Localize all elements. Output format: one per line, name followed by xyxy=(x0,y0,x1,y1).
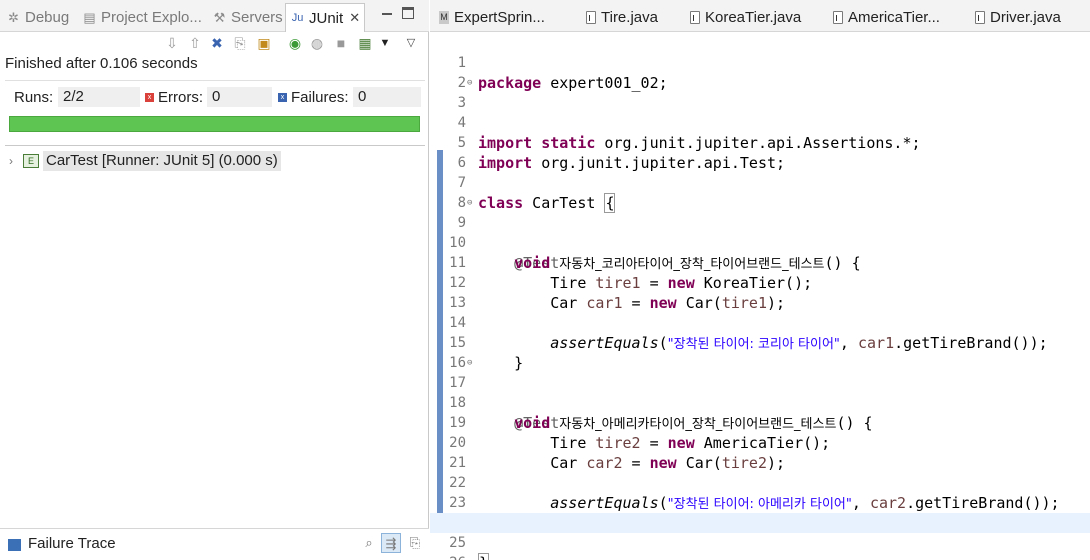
tab-label: Project Explo... xyxy=(101,8,202,26)
code-line-current: 25 } xyxy=(430,513,1090,560)
code-line: 13 xyxy=(430,273,1090,311)
project-explorer-icon: ▤ xyxy=(83,9,96,25)
editor-tab-label: KoreaTier.java xyxy=(705,8,802,26)
code-line: 19 Tire tire2 = new AmericaTier(); xyxy=(430,393,1090,452)
fold-collapse-icon[interactable]: ⊖ xyxy=(467,73,472,93)
java-file-icon xyxy=(586,10,596,24)
fold-collapse-icon[interactable]: ⊖ xyxy=(467,353,472,373)
manifest-file-icon: M xyxy=(439,10,449,24)
copy-trace-icon[interactable]: ⎘ xyxy=(405,533,425,553)
error-icon: x xyxy=(145,93,154,102)
junit-toolbar: ⇩ ⇧ ✖ ⎘ ▣ ◉ ◍ ■ ▦ ▼ ▽ xyxy=(0,32,429,54)
view-tab-bar: ✲ Debug ▤ Project Explo... ⚒ Servers Ju … xyxy=(0,0,429,32)
java-file-icon xyxy=(975,10,985,24)
java-file-icon xyxy=(690,10,700,24)
code-line: 12 Car car1 = new Car(tire1); xyxy=(430,253,1090,312)
code-line: 1 package expert001_02; xyxy=(430,33,1090,92)
fold-collapse-icon[interactable]: ⊖ xyxy=(467,193,472,213)
code-line: 5 import org.junit.jupiter.api.Test; xyxy=(430,113,1090,172)
show-skipped-icon[interactable]: ⎘ xyxy=(231,34,249,52)
editor-tab-label: Driver.java xyxy=(990,8,1061,26)
editor-tab-expertspring[interactable]: M ExpertSprin... xyxy=(439,4,545,30)
editor-tab-label: AmericaTier... xyxy=(848,8,940,26)
servers-icon: ⚒ xyxy=(213,9,226,25)
tab-label: Debug xyxy=(25,8,70,26)
java-file-icon xyxy=(833,10,843,24)
editor-tab-koreatier[interactable]: KoreaTier.java xyxy=(690,4,801,30)
errors-label-text: Errors: xyxy=(158,89,203,106)
tab-debug[interactable]: ✲ Debug xyxy=(6,4,69,30)
errors-value: 0 xyxy=(207,87,272,107)
editor-tab-tire[interactable]: Tire.java xyxy=(586,4,658,30)
runs-label: Runs: xyxy=(14,89,54,106)
errors-label: x Errors: xyxy=(145,89,203,106)
tree-item-cartest[interactable]: › E CarTest [Runner: JUnit 5] (0.000 s) xyxy=(9,150,281,172)
failure-trace-title: Failure Trace xyxy=(28,535,116,552)
maximize-icon[interactable] xyxy=(402,7,414,19)
tab-label: Servers xyxy=(231,8,283,26)
minimize-icon[interactable] xyxy=(381,8,393,20)
stack-trace-icon xyxy=(8,539,21,551)
rerun-failed-first-icon[interactable]: ◍ xyxy=(308,34,326,52)
view-menu-icon[interactable]: ▽ xyxy=(402,34,420,52)
test-run-history-icon[interactable]: ▦ xyxy=(356,34,374,52)
test-tree[interactable]: › E CarTest [Runner: JUnit 5] (0.000 s) xyxy=(5,145,425,523)
code-line: 7 class CarTest { xyxy=(430,153,1090,213)
code-line: 6 xyxy=(430,133,1090,171)
code-line: 9 ⊖ @Test xyxy=(430,193,1090,272)
code-line: 20 Car car2 = new Car(tire2); xyxy=(430,413,1090,472)
code-line: 10 void 자동차_코리아타이어_장착_타이어브랜드_테스트() { xyxy=(430,213,1090,272)
code-line: 2 xyxy=(430,53,1090,91)
test-progress-bar xyxy=(9,116,420,132)
editor-tab-label: ExpertSprin... xyxy=(454,8,545,26)
line-number: 26 xyxy=(444,553,466,560)
junit-view: ✲ Debug ▤ Project Explo... ⚒ Servers Ju … xyxy=(0,0,429,560)
code-line: 3 ⊖ import static org.junit.jupiter.api.… xyxy=(430,73,1090,152)
failures-value: 0 xyxy=(353,87,421,107)
code-line: 8 xyxy=(430,173,1090,211)
show-failures-only-icon[interactable]: ✖ xyxy=(208,34,226,52)
code-line: 15 } xyxy=(430,313,1090,372)
close-icon[interactable]: ✕ xyxy=(349,10,360,26)
tab-junit[interactable]: Ju JUnit ✕ xyxy=(285,3,366,32)
java-editor: M ExpertSprin... Tire.java KoreaTier.jav… xyxy=(430,0,1090,560)
chevron-right-icon[interactable]: › xyxy=(9,154,23,168)
code-line: 18 void 자동차_아메리카타이어_장착_타이어브랜드_테스트() { xyxy=(430,373,1090,432)
filter-stack-trace-icon[interactable]: ⇶ xyxy=(381,533,401,553)
code-line: 4 xyxy=(430,93,1090,131)
code-line: 16 xyxy=(430,333,1090,371)
failure-trace-pane: Failure Trace ⌕ ⇶ ⎘ xyxy=(0,528,429,560)
code-line: 24 xyxy=(430,493,1090,531)
history-dropdown-icon[interactable]: ▼ xyxy=(376,34,394,52)
code-line: 14 assertEquals("장착된 타이어: 코리아 타이어", car1… xyxy=(430,293,1090,352)
editor-tab-driver[interactable]: Driver.java xyxy=(975,4,1061,30)
junit-icon: Ju xyxy=(291,11,304,24)
rerun-test-icon[interactable]: ◉ xyxy=(286,34,304,52)
failure-icon: x xyxy=(278,93,287,102)
code-line: 17 ⊖ @Test xyxy=(430,353,1090,432)
runs-value: 2/2 xyxy=(58,87,140,107)
debug-icon: ✲ xyxy=(8,9,19,25)
scroll-lock-icon[interactable]: ▣ xyxy=(255,34,273,52)
tab-servers[interactable]: ⚒ Servers xyxy=(212,4,283,30)
failures-label: x Failures: xyxy=(278,89,349,106)
code-line: 26 xyxy=(430,533,1090,560)
code-line: 22 assertEquals("장착된 타이어: 아메리카 타이어", car… xyxy=(430,453,1090,512)
tab-label: JUnit xyxy=(309,9,344,27)
tab-project-explorer[interactable]: ▤ Project Explo... xyxy=(82,4,202,30)
compare-result-icon[interactable]: ⌕ xyxy=(359,533,379,553)
code-line: 11 Tire tire1 = new KoreaTier(); xyxy=(430,233,1090,292)
failures-label-text: Failures: xyxy=(291,89,349,106)
stop-icon[interactable]: ■ xyxy=(332,34,350,52)
editor-tab-label: Tire.java xyxy=(601,8,658,26)
editor-tab-bar: M ExpertSprin... Tire.java KoreaTier.jav… xyxy=(430,0,1090,32)
code-line: 23 } xyxy=(430,473,1090,532)
code-line: 21 xyxy=(430,433,1090,471)
test-suite-ok-icon: E xyxy=(23,154,39,168)
editor-tab-americatier[interactable]: AmericaTier... xyxy=(833,4,940,30)
run-status: Finished after 0.106 seconds xyxy=(5,55,198,72)
next-failure-icon[interactable]: ⇩ xyxy=(163,34,181,52)
tree-item-label: CarTest [Runner: JUnit 5] (0.000 s) xyxy=(43,151,281,171)
previous-failure-icon[interactable]: ⇧ xyxy=(186,34,204,52)
